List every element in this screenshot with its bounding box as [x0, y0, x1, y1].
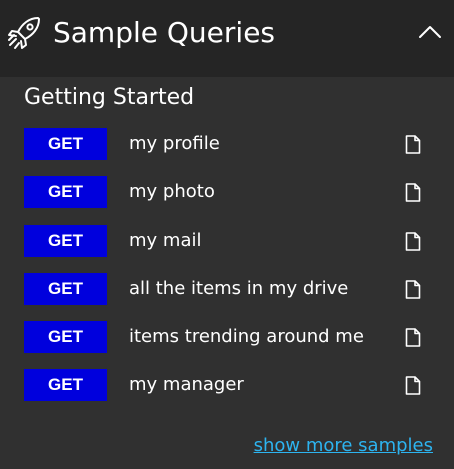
document-icon[interactable]	[405, 376, 421, 395]
query-item-my-profile[interactable]: GET my profile	[0, 128, 454, 160]
show-more-samples-link[interactable]: show more samples	[254, 434, 433, 458]
document-icon[interactable]	[405, 183, 421, 202]
query-label: my profile	[129, 133, 220, 154]
rocket-icon	[8, 17, 40, 49]
panel-title: Sample Queries	[53, 16, 276, 49]
document-icon[interactable]	[405, 135, 421, 154]
query-label: my manager	[129, 374, 244, 395]
query-item-my-photo[interactable]: GET my photo	[0, 176, 454, 208]
query-label: my mail	[129, 230, 202, 251]
document-icon[interactable]	[405, 232, 421, 251]
method-badge: GET	[24, 128, 107, 160]
chevron-up-icon[interactable]	[418, 24, 442, 42]
method-badge: GET	[24, 369, 107, 401]
section-title: Getting Started	[24, 85, 195, 110]
query-label: items trending around me	[129, 326, 364, 347]
method-badge: GET	[24, 225, 107, 257]
query-label: all the items in my drive	[129, 278, 349, 299]
method-badge: GET	[24, 273, 107, 305]
method-badge: GET	[24, 321, 107, 353]
query-item-trending[interactable]: GET items trending around me	[0, 321, 454, 353]
panel-header[interactable]: Sample Queries	[0, 0, 454, 77]
method-badge: GET	[24, 176, 107, 208]
sample-queries-panel: Sample Queries Getting Started GET my pr…	[0, 0, 454, 469]
query-label: my photo	[129, 181, 215, 202]
query-item-my-manager[interactable]: GET my manager	[0, 369, 454, 401]
query-item-drive-items[interactable]: GET all the items in my drive	[0, 273, 454, 305]
query-item-my-mail[interactable]: GET my mail	[0, 225, 454, 257]
document-icon[interactable]	[405, 280, 421, 299]
document-icon[interactable]	[405, 328, 421, 347]
